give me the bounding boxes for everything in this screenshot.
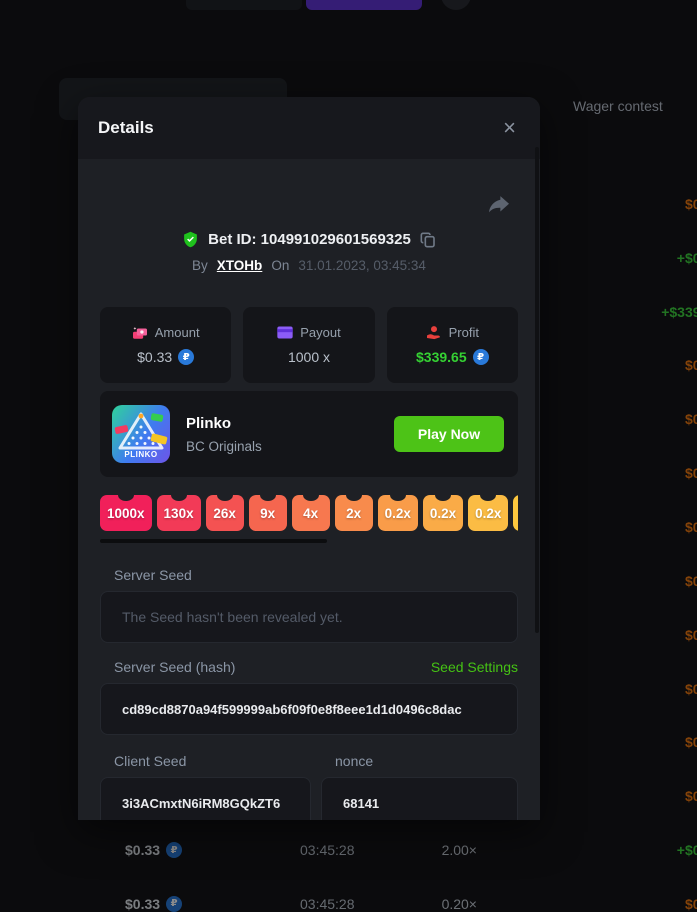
plinko-game-icon[interactable]: PLINKO: [112, 405, 170, 463]
by-label: By: [192, 258, 208, 273]
amount-label: Amount: [155, 325, 200, 340]
multiplier-chip: 4x: [292, 495, 330, 531]
multiplier-chip: 0.2x: [423, 495, 463, 531]
profit-value: $339.65 ₽: [416, 349, 489, 365]
nonce-box[interactable]: 68141: [321, 777, 518, 820]
stat-amount: Amount $0.33 ₽: [100, 307, 231, 383]
verified-shield-icon: [182, 231, 199, 248]
multiplier-chips-row[interactable]: 1000x 130x 26x 9x 4x 2x 0.2x 0.2x 0.2x: [100, 495, 518, 531]
ruble-coin-icon: ₽: [473, 349, 489, 365]
server-seed-hash-row: Server Seed (hash) Seed Settings: [100, 659, 518, 675]
stat-payout: Payout 1000 x: [243, 307, 374, 383]
modal-scrollbar[interactable]: [535, 147, 539, 633]
modal-title: Details: [98, 118, 154, 138]
payout-label: Payout: [300, 325, 340, 340]
details-modal: Details × Bet ID:: [78, 97, 540, 820]
seed-settings-link[interactable]: Seed Settings: [431, 659, 518, 675]
payout-icon: [277, 326, 293, 339]
bet-byline: By XTOHb On 31.01.2023, 03:45:34: [100, 258, 518, 273]
game-name: Plinko: [186, 415, 378, 432]
nonce-value: 68141: [343, 796, 379, 811]
amount-value: $0.33 ₽: [137, 349, 194, 365]
modal-header: Details ×: [78, 97, 540, 159]
server-seed-label: Server Seed: [100, 567, 518, 583]
client-seed-label: Client Seed: [100, 753, 311, 769]
multiplier-chip: 0.2x: [468, 495, 508, 531]
multiplier-chip: 26x: [206, 495, 244, 531]
stat-profit: Profit $339.65 ₽: [387, 307, 518, 383]
server-seed-hash-box[interactable]: cd89cd8870a94f599999ab6f09f0e8f8eee1d1d0…: [100, 683, 518, 735]
server-seed-box[interactable]: The Seed hasn't been revealed yet.: [100, 591, 518, 643]
bet-id-row: Bet ID: 104991029601569325: [100, 231, 518, 248]
profit-label: Profit: [449, 325, 479, 340]
server-seed-hash-label: Server Seed (hash): [114, 659, 235, 675]
server-seed-placeholder: The Seed hasn't been revealed yet.: [122, 609, 343, 625]
nonce-label: nonce: [321, 753, 518, 769]
ruble-coin-icon: ₽: [178, 349, 194, 365]
client-seed-nonce-row: Client Seed 3i3ACmxtN6iRM8GQkZT6 nonce 6…: [100, 753, 518, 820]
game-info: Plinko BC Originals: [186, 415, 378, 454]
multiplier-chip: 1000x: [100, 495, 152, 531]
chips-scrollbar[interactable]: [100, 539, 327, 543]
amount-icon: [132, 326, 148, 340]
play-now-button[interactable]: Play Now: [394, 416, 504, 452]
client-seed-box[interactable]: 3i3ACmxtN6iRM8GQkZT6: [100, 777, 311, 820]
multiplier-chip: 9x: [249, 495, 287, 531]
bet-datetime: 31.01.2023, 03:45:34: [298, 258, 426, 273]
bet-stats-row: Amount $0.33 ₽: [100, 307, 518, 383]
on-label: On: [271, 258, 289, 273]
multiplier-chip: 2x: [335, 495, 373, 531]
share-icon[interactable]: [488, 195, 510, 215]
username-link[interactable]: XTOHb: [217, 258, 263, 273]
multiplier-chip: 0.2x: [378, 495, 418, 531]
bet-id-label: Bet ID:: [208, 231, 256, 248]
game-card: PLINKO Plinko BC Originals Play Now: [100, 391, 518, 477]
payout-value: 1000 x: [288, 349, 330, 365]
close-icon[interactable]: ×: [499, 117, 520, 139]
server-seed-hash-value: cd89cd8870a94f599999ab6f09f0e8f8eee1d1d0…: [122, 702, 462, 717]
bet-id-text: Bet ID: 104991029601569325: [208, 231, 411, 248]
modal-body: Bet ID: 104991029601569325 By XTOHb On 3…: [78, 195, 540, 820]
multiplier-chip: 0.2x: [513, 495, 518, 531]
copy-icon[interactable]: [420, 232, 436, 248]
profit-icon: [426, 325, 442, 340]
multiplier-chip: 130x: [157, 495, 201, 531]
client-seed-value: 3i3ACmxtN6iRM8GQkZT6: [122, 796, 280, 811]
casino-page: $335.54 Wager contest ₽ $0.33 ₽: [0, 0, 697, 912]
game-provider: BC Originals: [186, 439, 378, 454]
bet-id-value: 104991029601569325: [261, 231, 411, 248]
plinko-icon-label: PLINKO: [112, 450, 170, 459]
